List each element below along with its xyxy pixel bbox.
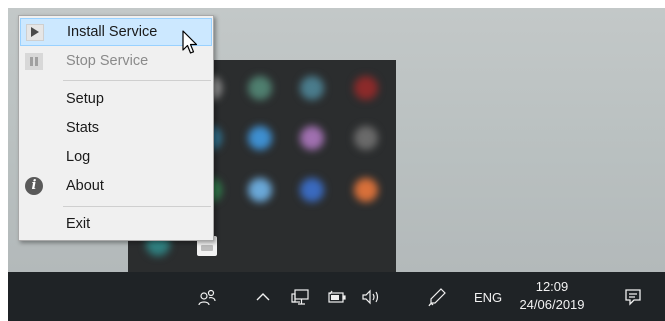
blurred-tray-icon: [248, 178, 272, 202]
show-hidden-icons-chevron[interactable]: [252, 286, 274, 308]
blurred-tray-icon: [354, 178, 378, 202]
menu-item-label: Setup: [66, 91, 104, 107]
menu-item-stats[interactable]: Stats: [20, 114, 212, 142]
menu-item-label: Exit: [66, 216, 91, 232]
menu-item-label: Install Service: [67, 24, 158, 40]
play-icon: [26, 23, 44, 41]
people-icon[interactable]: [196, 286, 218, 308]
action-center-icon[interactable]: [622, 286, 644, 308]
blurred-tray-icon: [300, 126, 324, 150]
network-icon[interactable]: [290, 286, 312, 308]
menu-separator: [63, 80, 211, 81]
clock-date: 24/06/2019: [519, 297, 585, 312]
blurred-tray-icon: [300, 76, 324, 100]
menu-separator: [63, 206, 211, 207]
menu-item-label: Stop Service: [66, 53, 149, 69]
blurred-tray-icon: [248, 126, 272, 150]
battery-icon[interactable]: [326, 286, 348, 308]
pen-icon[interactable]: [426, 286, 448, 308]
menu-item-about[interactable]: i About: [20, 172, 212, 200]
menu-item-label: About: [66, 178, 104, 194]
language-indicator[interactable]: ENG: [474, 290, 502, 305]
menu-item-setup[interactable]: Setup: [20, 85, 212, 113]
taskbar: ENG 12:09 24/06/2019: [8, 272, 665, 321]
blurred-tray-icon: [354, 76, 378, 100]
clock[interactable]: 12:09 24/06/2019: [516, 278, 588, 314]
pause-icon: [25, 52, 43, 70]
volume-icon[interactable]: [360, 286, 384, 308]
menu-item-exit[interactable]: Exit: [20, 210, 212, 238]
clock-time: 12:09: [535, 279, 569, 294]
menu-item-label: Stats: [66, 120, 100, 136]
info-icon: i: [25, 177, 43, 195]
menu-item-label: Log: [66, 149, 91, 165]
mouse-cursor-icon: [182, 30, 198, 54]
menu-item-log[interactable]: Log: [20, 143, 212, 171]
blurred-tray-icon: [248, 76, 272, 100]
blurred-tray-icon: [300, 178, 324, 202]
blurred-tray-icon: [354, 126, 378, 150]
